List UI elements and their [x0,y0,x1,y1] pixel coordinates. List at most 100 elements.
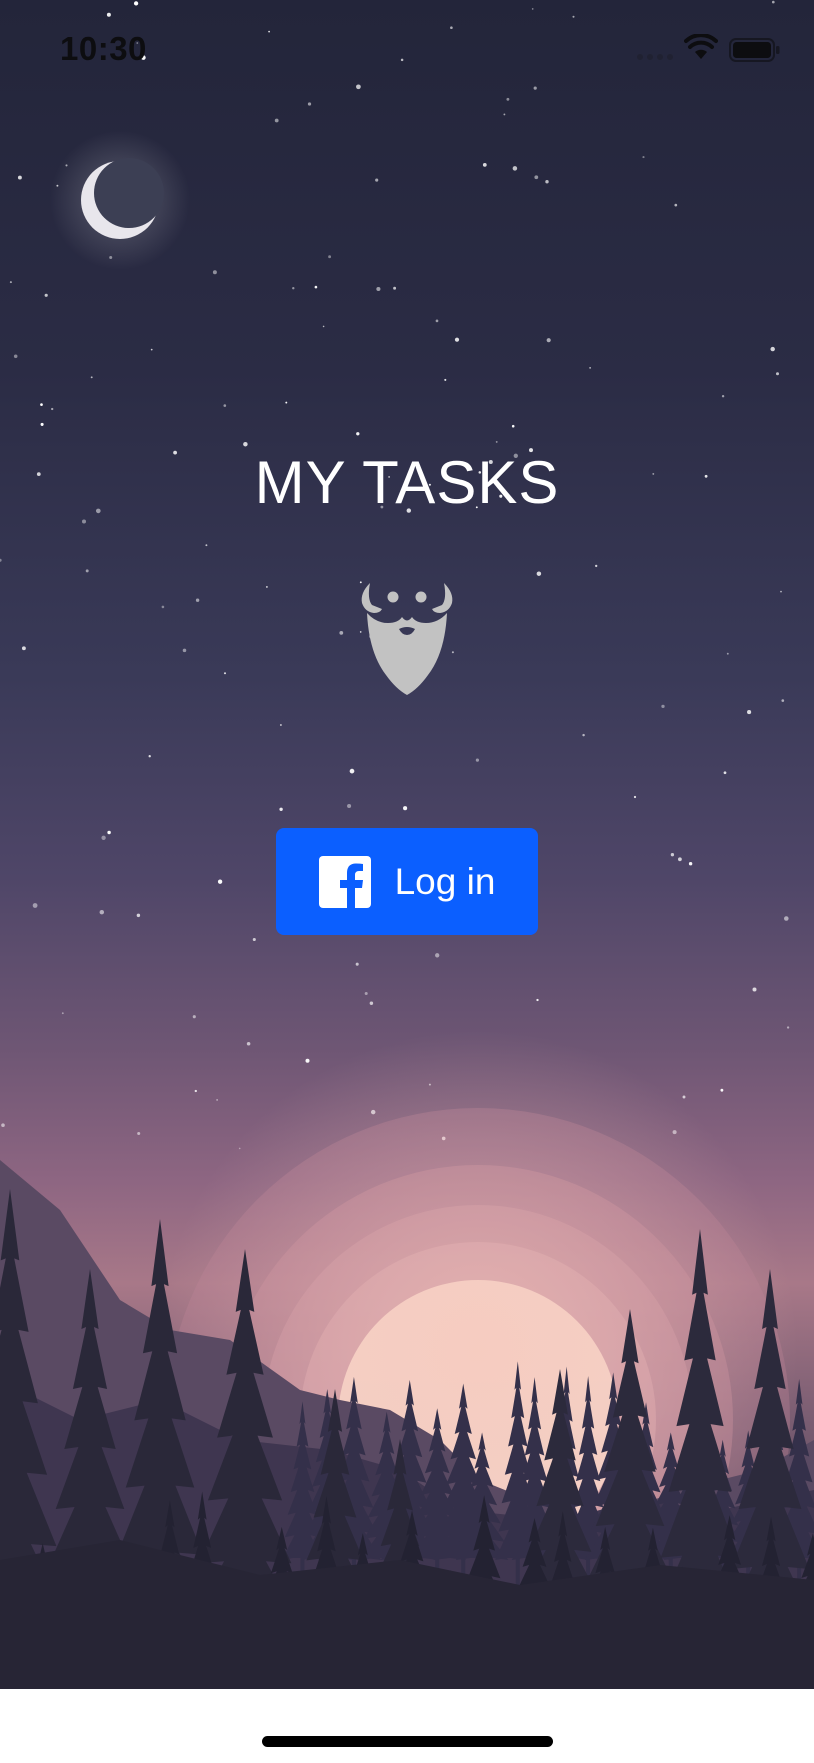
star [633,795,637,799]
star [349,768,355,774]
star [678,857,682,862]
star [376,286,381,292]
star [223,404,227,407]
star [44,293,48,297]
star [688,861,693,866]
star [720,1088,724,1092]
home-indicator-area [0,1689,814,1763]
star [435,319,439,323]
star [9,281,12,284]
star [246,1042,251,1046]
star [81,519,87,524]
star [192,1015,196,1019]
star [212,270,217,275]
star [195,598,200,602]
star [194,1089,197,1093]
star [375,178,379,182]
star [355,962,359,966]
star [347,803,352,809]
star [148,755,151,758]
star [328,255,332,259]
star [682,1095,686,1099]
star [205,544,208,547]
star [721,395,725,398]
star [40,403,43,406]
star [292,287,295,290]
star [661,704,665,709]
star [182,648,187,653]
star [279,807,283,811]
star [339,631,344,635]
star [503,113,506,116]
star [99,909,105,915]
login-screen: 10:30 MY TASKS Log in [0,0,814,1689]
star [252,937,256,942]
star [216,1099,218,1101]
star [322,325,325,328]
star [536,571,542,576]
star [279,724,282,726]
star [582,733,585,737]
star [40,422,44,426]
star [393,286,397,290]
star [536,998,539,1002]
star [780,590,782,593]
star [274,118,279,123]
star [454,337,460,342]
star [770,346,775,352]
star [369,1001,374,1005]
star [150,348,153,351]
star [32,903,38,908]
star [51,407,54,411]
star [747,710,752,715]
home-indicator[interactable] [262,1736,553,1747]
star [356,432,360,436]
star [444,378,447,381]
facebook-icon [318,855,371,908]
star [314,285,318,289]
star [364,991,368,996]
star [723,771,727,775]
star [512,166,518,171]
star [101,835,106,840]
star [17,175,22,180]
status-time: 10:30 [60,30,147,67]
star [776,372,779,376]
star [137,1131,141,1136]
star [435,953,440,958]
star [589,367,591,369]
star [784,916,789,921]
star [161,605,165,609]
star [546,338,551,343]
star [61,1012,64,1015]
app-title: MY TASKS [254,449,560,516]
star [781,699,785,702]
star [85,569,89,573]
star [217,879,223,884]
star [223,672,227,675]
star [285,401,288,404]
star [642,156,645,159]
star [107,830,111,835]
star [670,853,675,857]
star [495,440,498,443]
star [307,102,312,106]
star [136,913,141,918]
login-button-label: Log in [394,860,496,902]
star [90,376,93,379]
star [0,558,2,562]
star [265,585,268,588]
star [305,1058,310,1063]
star [243,441,248,447]
star [595,564,598,568]
status-bar: 10:30 [0,0,814,100]
star [511,424,515,428]
wifi-icon [684,34,718,59]
star [475,758,479,762]
star [674,203,678,207]
facebook-login-button[interactable]: Log in [276,828,538,935]
cellular-signal-icon [637,54,673,60]
star [534,175,539,180]
star [726,652,729,655]
star [13,354,18,359]
